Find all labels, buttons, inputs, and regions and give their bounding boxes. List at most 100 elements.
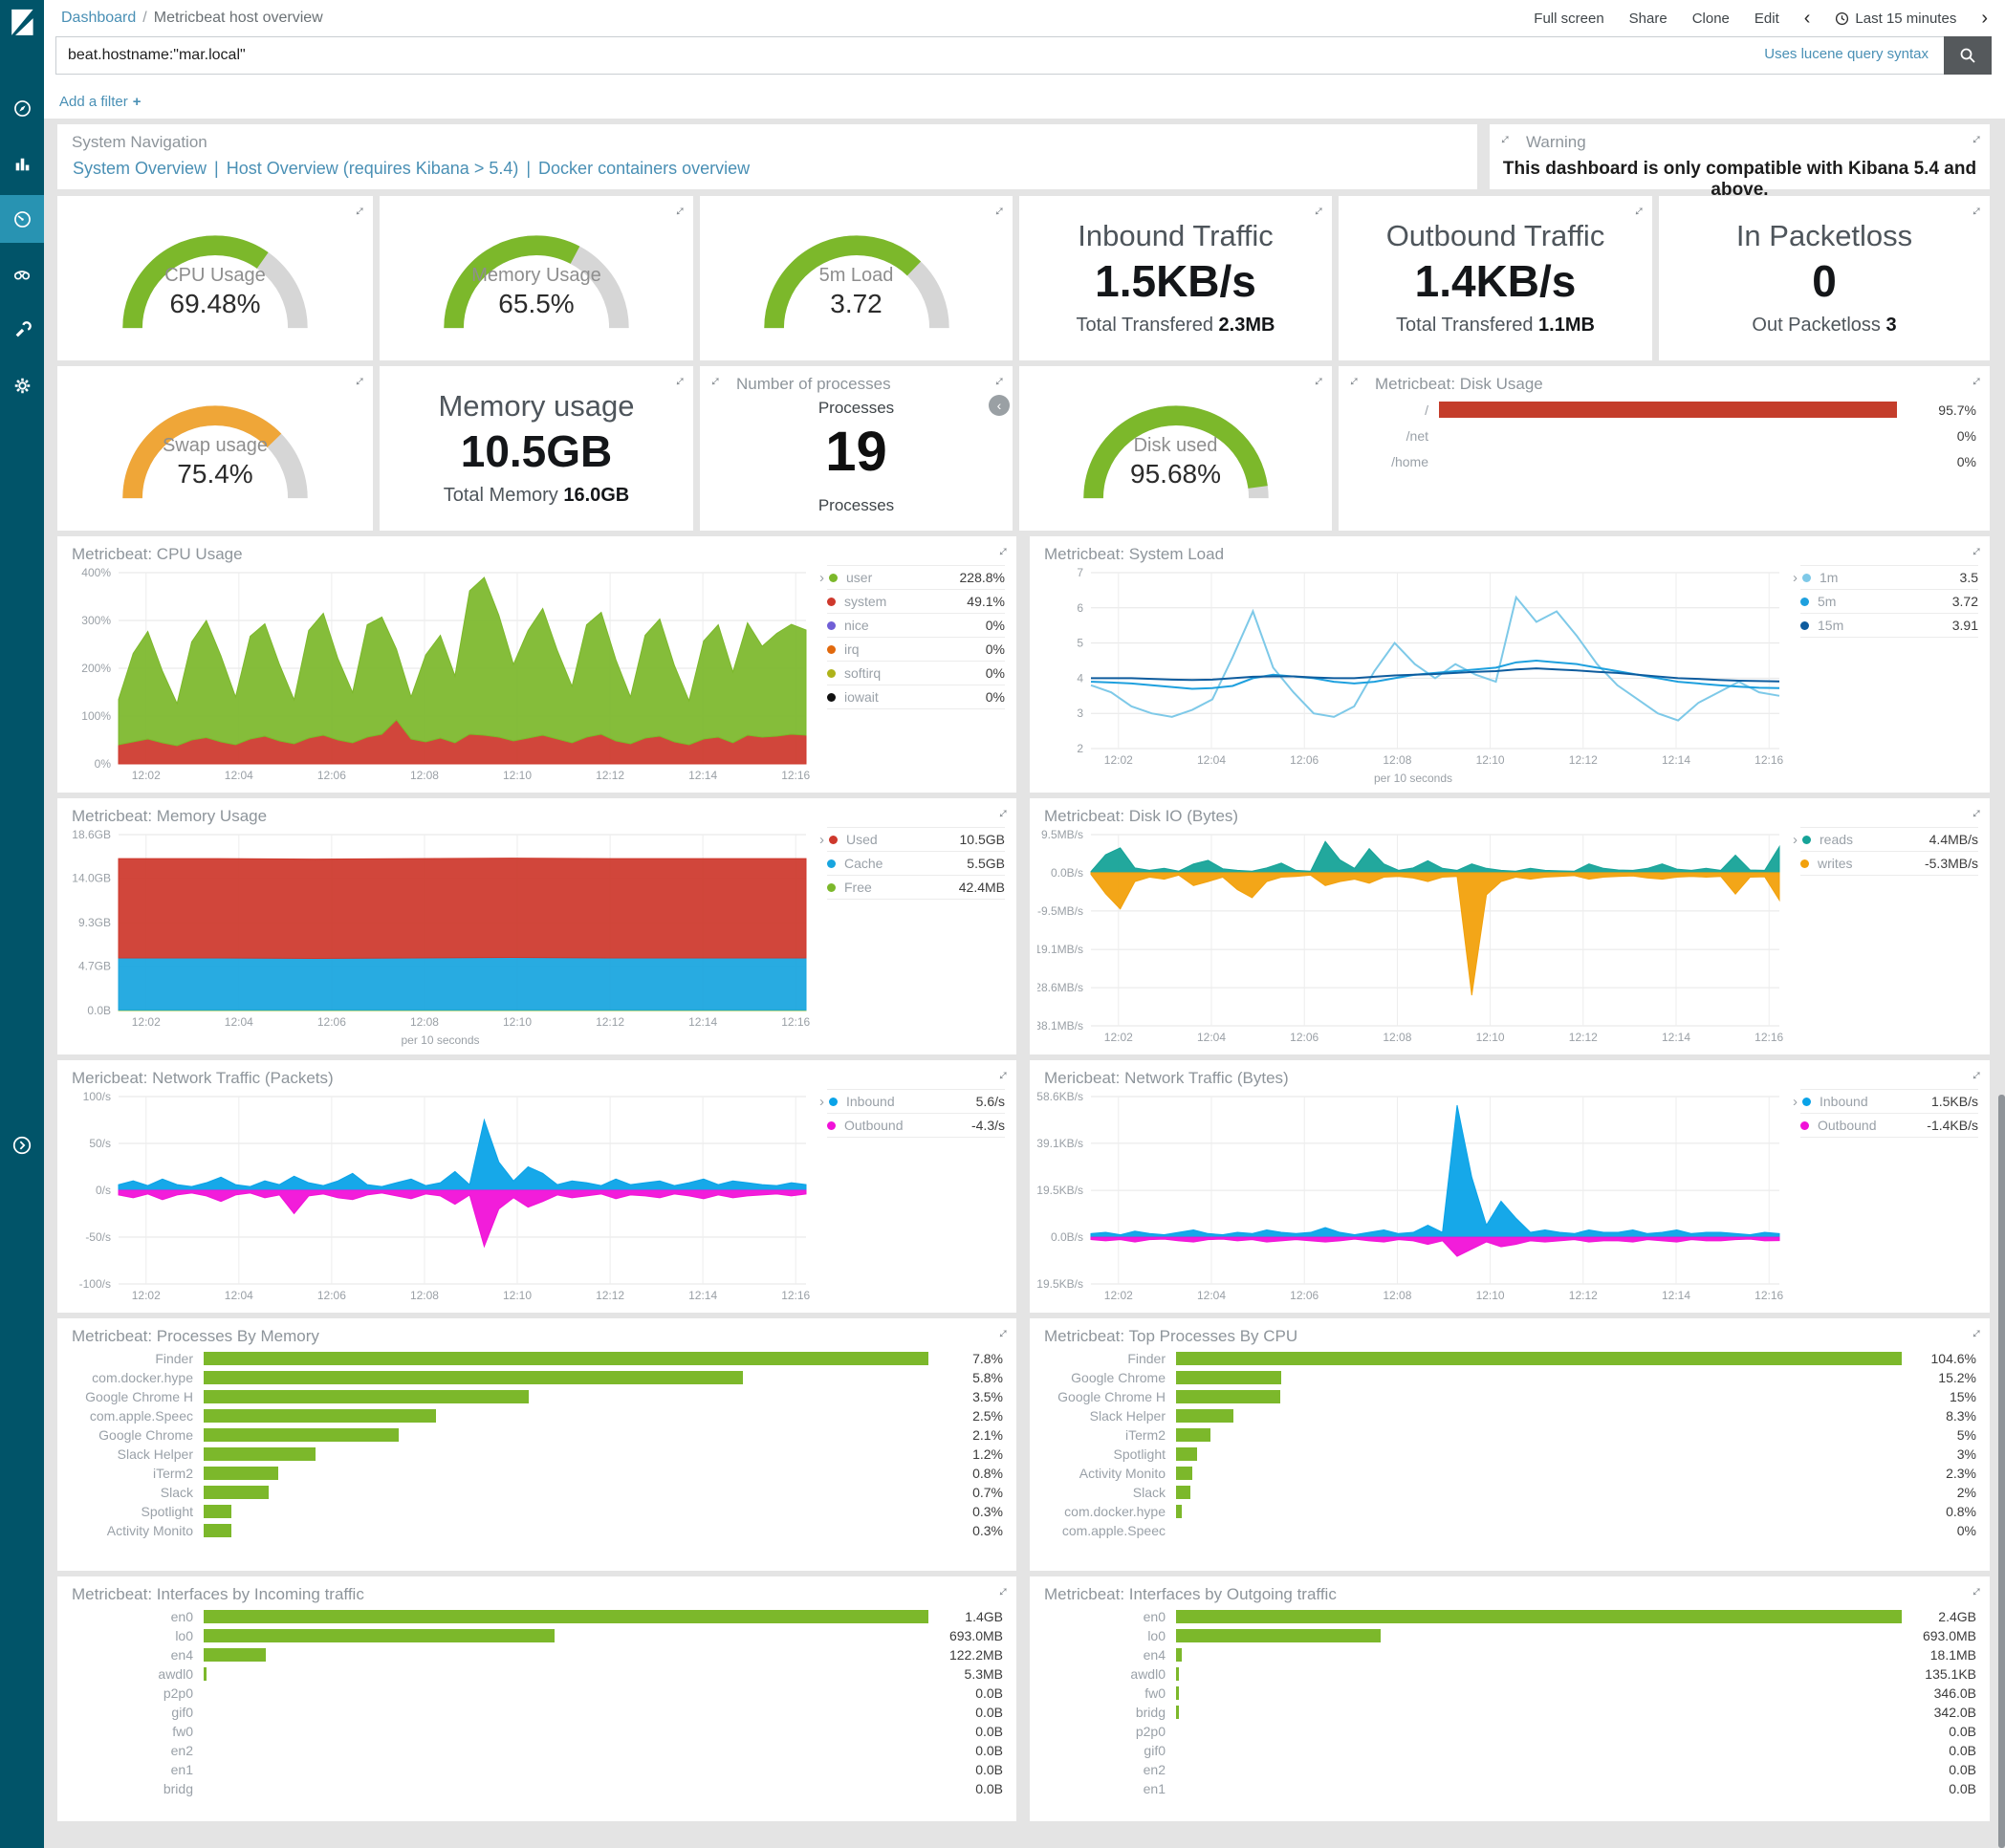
scrollbar[interactable] bbox=[1998, 1095, 2005, 1848]
panel-title: Metricbeat: Interfaces by Outgoing traff… bbox=[1044, 1585, 1337, 1603]
add-filter-button[interactable]: Add a filter + bbox=[59, 94, 141, 110]
nav-link[interactable]: Docker containers overview bbox=[538, 159, 750, 178]
expand-panel-icon[interactable]: ↕ bbox=[1497, 131, 1515, 148]
breadcrumb-dashboard-link[interactable]: Dashboard bbox=[61, 10, 136, 27]
search-input[interactable] bbox=[55, 36, 1944, 75]
bar-row: Activity Monito 0.3% bbox=[69, 1521, 1003, 1540]
legend-item[interactable]: 5m 3.72 bbox=[1800, 589, 1978, 613]
legend-item[interactable]: softirq 0% bbox=[827, 661, 1005, 685]
legend-item[interactable]: nice 0% bbox=[827, 613, 1005, 637]
sidebar-collapse-button[interactable] bbox=[0, 1126, 44, 1164]
chart-canvas: 100/s 50/s 0/s -50/s -100/s 12:02 12:04 12:06 12… bbox=[79, 1090, 811, 1302]
expand-panel-icon[interactable]: ↕ bbox=[1969, 131, 1986, 148]
bar bbox=[1176, 1352, 1902, 1365]
legend-item[interactable]: › Inbound 5.6/s bbox=[819, 1089, 1005, 1113]
lucene-syntax-hint[interactable]: Uses lucene query syntax bbox=[1764, 46, 1929, 62]
sidebar-item-dev-tools[interactable] bbox=[0, 306, 44, 354]
time-forward-button[interactable]: › bbox=[1981, 9, 1988, 28]
legend-item[interactable]: › 1m 3.5 bbox=[1793, 565, 1978, 589]
sidebar-item-timelion[interactable] bbox=[0, 250, 44, 298]
legend-item[interactable]: Free 42.4MB bbox=[827, 875, 1005, 900]
legend-item[interactable]: writes -5.3MB/s bbox=[1800, 851, 1978, 876]
bar-value: 346.0B bbox=[1933, 1685, 1976, 1701]
svg-text:-9.5MB/s: -9.5MB/s bbox=[1037, 904, 1083, 918]
expand-panel-icon[interactable]: ↕ bbox=[1346, 373, 1363, 390]
expand-panel-icon[interactable]: ↕ bbox=[992, 203, 1009, 220]
legend-expand-icon[interactable]: › bbox=[819, 1094, 824, 1110]
legend-item[interactable]: 15m 3.91 bbox=[1800, 613, 1978, 638]
expand-panel-icon[interactable]: ↕ bbox=[708, 373, 725, 390]
expand-panel-icon[interactable]: ↕ bbox=[352, 373, 369, 390]
legend-item[interactable]: Outbound -4.3/s bbox=[827, 1113, 1005, 1138]
legend-item[interactable]: › Used 10.5GB bbox=[819, 827, 1005, 851]
metric-sub-label: Total Transfered bbox=[1396, 315, 1534, 336]
expand-panel-icon[interactable]: ↕ bbox=[1969, 1067, 1986, 1084]
expand-panel-icon[interactable]: ↕ bbox=[672, 203, 689, 220]
bar bbox=[1176, 1505, 1182, 1518]
legend-expand-icon[interactable]: › bbox=[1793, 570, 1798, 586]
sidebar-item-visualize[interactable] bbox=[0, 140, 44, 187]
expand-panel-icon[interactable]: ↕ bbox=[995, 805, 1013, 822]
bar-row: en4 122.2MB bbox=[69, 1645, 1003, 1664]
chevron-left-circle-icon[interactable]: ‹ bbox=[989, 395, 1010, 416]
panel-disk-io-chart: Metricbeat: Disk IO (Bytes) ↕ 9.5MB/s 0.0… bbox=[1030, 798, 1990, 1054]
svg-text:6: 6 bbox=[1077, 601, 1083, 615]
expand-panel-icon[interactable]: ↕ bbox=[1969, 1583, 1986, 1600]
kibana-logo[interactable] bbox=[0, 0, 44, 44]
bar bbox=[1439, 402, 1897, 418]
bar-track bbox=[204, 1763, 928, 1776]
legend-item[interactable]: › reads 4.4MB/s bbox=[1793, 827, 1978, 851]
expand-panel-icon[interactable]: ↕ bbox=[1969, 373, 1986, 390]
panel-title: Metricbeat: Top Processes By CPU bbox=[1044, 1327, 1298, 1345]
expand-panel-icon[interactable]: ↕ bbox=[995, 1583, 1013, 1600]
legend-item[interactable]: Cache 5.5GB bbox=[827, 851, 1005, 875]
expand-panel-icon[interactable]: ↕ bbox=[1969, 1325, 1986, 1342]
sidebar-item-discover[interactable] bbox=[0, 84, 44, 132]
legend-expand-icon[interactable]: › bbox=[1793, 832, 1798, 848]
legend-item[interactable]: system 49.1% bbox=[827, 589, 1005, 613]
bar-value: 5% bbox=[1956, 1427, 1976, 1443]
expand-panel-icon[interactable]: ↕ bbox=[1969, 805, 1986, 822]
nav-link[interactable]: Host Overview (requires Kibana > 5.4) bbox=[227, 159, 519, 178]
legend-item[interactable]: irq 0% bbox=[827, 637, 1005, 661]
sidebar-item-dashboard[interactable] bbox=[0, 195, 44, 243]
legend-item[interactable]: › user 228.8% bbox=[819, 565, 1005, 589]
legend-value: 1.5KB/s bbox=[1930, 1094, 1978, 1109]
svg-text:39.1KB/s: 39.1KB/s bbox=[1037, 1137, 1083, 1150]
legend-expand-icon[interactable]: › bbox=[819, 570, 824, 586]
svg-text:12:12: 12:12 bbox=[1569, 1289, 1598, 1302]
time-back-button[interactable]: ‹ bbox=[1804, 9, 1811, 28]
expand-panel-icon[interactable]: ↕ bbox=[995, 1067, 1013, 1084]
legend-expand-icon[interactable]: › bbox=[819, 832, 824, 848]
share-button[interactable]: Share bbox=[1629, 11, 1667, 27]
expand-panel-icon[interactable]: ↕ bbox=[995, 543, 1013, 560]
panel-disk-used-gauge: ↕ Disk used 95.68% bbox=[1019, 366, 1332, 531]
expand-panel-icon[interactable]: ↕ bbox=[352, 203, 369, 220]
full-screen-button[interactable]: Full screen bbox=[1534, 11, 1603, 27]
bar-row: iTerm2 0.8% bbox=[69, 1464, 1003, 1483]
bar-label: Google Chrome bbox=[98, 1427, 193, 1443]
clone-button[interactable]: Clone bbox=[1692, 11, 1730, 27]
legend-item[interactable]: › Inbound 1.5KB/s bbox=[1793, 1089, 1978, 1113]
svg-text:9.3GB: 9.3GB bbox=[78, 916, 111, 929]
edit-button[interactable]: Edit bbox=[1754, 11, 1779, 27]
expand-panel-icon[interactable]: ↕ bbox=[995, 1325, 1013, 1342]
panel-warning: ↕ Warning ↕ This dashboard is only compa… bbox=[1490, 124, 1990, 200]
legend-label: system bbox=[844, 594, 887, 609]
expand-panel-icon[interactable]: ↕ bbox=[1969, 543, 1986, 560]
legend-item[interactable]: Outbound -1.4KB/s bbox=[1800, 1113, 1978, 1138]
legend-item[interactable]: iowait 0% bbox=[827, 685, 1005, 709]
bar-value: 0.0B bbox=[975, 1724, 1003, 1739]
processes-label: Processes bbox=[817, 496, 895, 514]
metric-title: In Packetloss bbox=[1735, 219, 1913, 252]
time-picker[interactable]: Last 15 minutes bbox=[1835, 11, 1956, 27]
legend-expand-icon[interactable]: › bbox=[1793, 1094, 1798, 1110]
bar-value: 2.1% bbox=[972, 1427, 1003, 1443]
nav-link[interactable]: System Overview bbox=[73, 159, 207, 178]
expand-panel-icon[interactable]: ↕ bbox=[1311, 373, 1328, 390]
search-button[interactable] bbox=[1944, 36, 1992, 75]
sidebar-item-management[interactable] bbox=[0, 361, 44, 409]
bar-label: en2 bbox=[170, 1743, 193, 1758]
expand-panel-icon[interactable]: ↕ bbox=[992, 373, 1009, 390]
network-bytes-chart: 58.6KB/s 39.1KB/s 19.5KB/s 0.0B/s -19.5KB/s 1… bbox=[1033, 1089, 1789, 1305]
